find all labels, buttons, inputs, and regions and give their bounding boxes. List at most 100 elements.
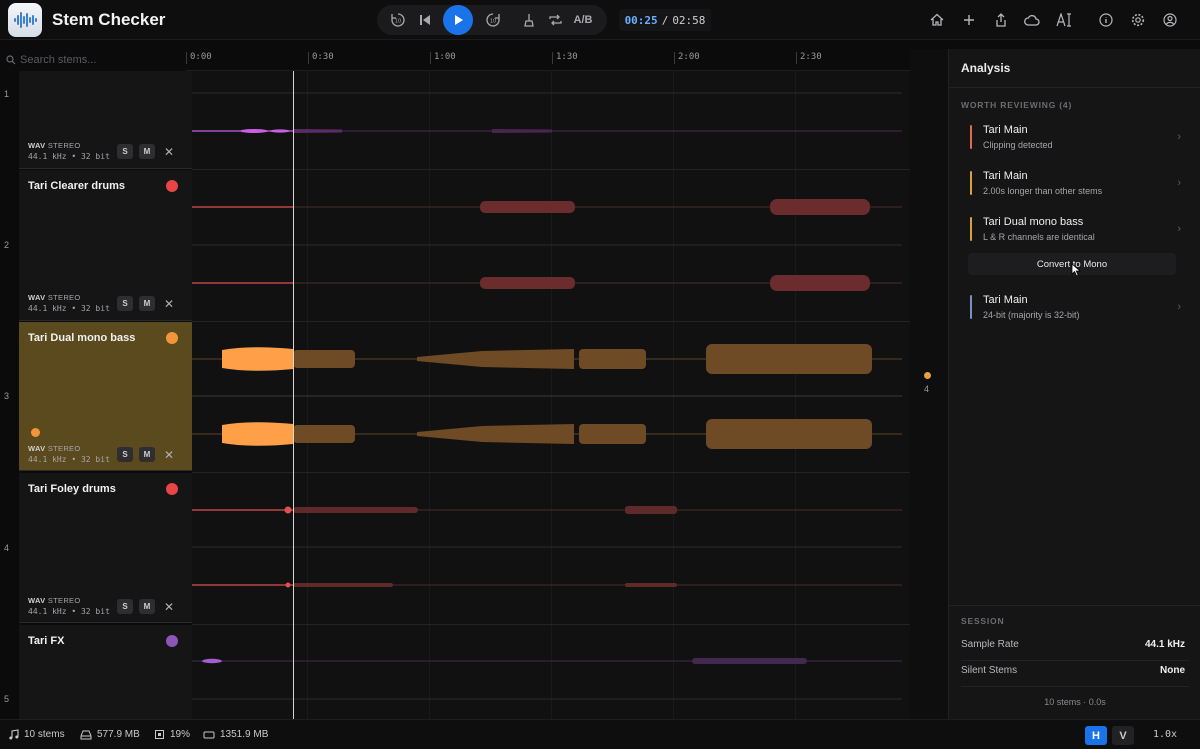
mute-button[interactable]: M	[139, 296, 155, 311]
track-header-5[interactable]: Tari FX	[19, 625, 192, 719]
close-icon[interactable]: ✕	[164, 600, 174, 614]
memory-usage: 1351.9 MB	[203, 729, 268, 740]
mute-button[interactable]: M	[139, 144, 155, 159]
track-name: Tari Foley drums	[28, 483, 116, 495]
track-number-column: 1 2 3 4 5	[0, 71, 19, 719]
search-bar	[0, 49, 192, 71]
session-key: Sample Rate	[961, 639, 1019, 650]
cpu-icon	[155, 730, 164, 739]
svg-text:10: 10	[395, 19, 401, 25]
issue-subtitle: 2.00s longer than other stems	[983, 186, 1103, 196]
home-icon[interactable]	[927, 10, 947, 30]
settings-icon[interactable]	[1128, 10, 1148, 30]
playhead[interactable]	[293, 71, 294, 719]
track-header-2[interactable]: Tari Clearer drums WAV STEREO 44.1 kHz •…	[19, 170, 192, 321]
search-input[interactable]	[20, 54, 180, 66]
solo-button[interactable]: S	[117, 447, 133, 462]
solo-button[interactable]: S	[117, 296, 133, 311]
stems-count: 10 stems	[8, 729, 65, 740]
plus-icon[interactable]	[959, 10, 979, 30]
mute-button[interactable]: M	[139, 447, 155, 462]
top-bar: Stem Checker 10 10 A/B 00:25 / 02:58	[0, 0, 1200, 40]
issue-title: Tari Main	[983, 124, 1028, 136]
track-header-3[interactable]: Tari Dual mono bass WAV STEREO 44.1 kHz …	[19, 322, 192, 471]
metronome-icon[interactable]	[516, 5, 542, 35]
solo-button[interactable]: S	[117, 144, 133, 159]
solo-button[interactable]: S	[117, 599, 133, 614]
analysis-panel: Analysis WORTH REVIEWING (4) Tari Main C…	[948, 49, 1200, 719]
skip-back-10-icon[interactable]: 10	[385, 5, 411, 35]
session-value: 44.1 kHz	[1144, 639, 1185, 650]
play-icon	[455, 15, 463, 25]
info-icon[interactable]	[1096, 10, 1116, 30]
vertical-layout-button[interactable]: V	[1112, 726, 1134, 745]
issue-item[interactable]: Tari Main 24-bit (majority is 32-bit) ›	[961, 289, 1189, 329]
track-name: Tari Clearer drums	[28, 180, 126, 192]
session-value: None	[1160, 665, 1185, 676]
skip-forward-10-icon[interactable]: 10	[480, 5, 506, 35]
horizontal-layout-button[interactable]: H	[1085, 726, 1107, 745]
chevron-right-icon: ›	[1177, 177, 1181, 189]
marker-dot-icon	[924, 372, 931, 379]
issue-title: Tari Dual mono bass	[983, 216, 1084, 228]
cloud-icon[interactable]	[1022, 10, 1042, 30]
account-icon[interactable]	[1160, 10, 1180, 30]
status-bar: 10 stems 577.9 MB 19% 1351.9 MB H V 1.0x	[0, 719, 1200, 749]
track-color-dot[interactable]	[166, 635, 178, 647]
timeline-tick: 0:30	[308, 52, 334, 64]
play-button[interactable]	[443, 5, 473, 35]
session-label: SESSION	[961, 616, 1005, 626]
track-number: 2	[4, 240, 10, 250]
issue-item[interactable]: Tari Main Clipping detected ›	[961, 119, 1189, 159]
track-format: WAV STEREO	[28, 596, 81, 605]
track-color-dot[interactable]	[166, 180, 178, 192]
issue-item[interactable]: Tari Main 2.00s longer than other stems …	[961, 165, 1189, 205]
storage-icon	[80, 730, 92, 739]
time-display: 00:25 / 02:58	[619, 9, 711, 31]
cpu-usage: 19%	[154, 729, 190, 740]
loop-icon[interactable]	[542, 5, 568, 35]
skip-to-start-icon[interactable]	[412, 5, 438, 35]
issue-severity-bar	[970, 125, 972, 149]
share-icon[interactable]	[991, 10, 1011, 30]
close-icon[interactable]: ✕	[164, 297, 174, 311]
track-header-4[interactable]: Tari Foley drums WAV STEREO 44.1 kHz • 3…	[19, 473, 192, 623]
track-header-1[interactable]: WAV STEREO 44.1 kHz • 32 bit S M ✕	[19, 71, 192, 169]
issue-subtitle: 24-bit (majority is 32-bit)	[983, 310, 1080, 320]
time-separator: /	[661, 13, 669, 27]
ab-compare-button[interactable]: A/B	[569, 5, 597, 35]
timeline-tick: 2:30	[796, 52, 822, 64]
text-size-icon[interactable]	[1054, 10, 1074, 30]
track-color-dot[interactable]	[166, 332, 178, 344]
zoom-level[interactable]: 1.0x	[1153, 729, 1177, 740]
divider	[949, 605, 1200, 606]
issue-title: Tari Main	[983, 294, 1028, 306]
issue-subtitle: Clipping detected	[983, 140, 1053, 150]
app-logo-icon	[8, 3, 42, 37]
issue-severity-bar	[970, 217, 972, 241]
panel-footer: 10 stems · 0.0s	[1044, 697, 1106, 707]
issue-item[interactable]: Tari Dual mono bass L & R channels are i…	[961, 211, 1189, 251]
waveform-area[interactable]	[192, 71, 910, 719]
mouse-cursor-icon	[1071, 263, 1082, 277]
disk-size: 577.9 MB	[80, 729, 140, 740]
issue-title: Tari Main	[983, 170, 1028, 182]
close-icon[interactable]: ✕	[164, 448, 174, 462]
mute-button[interactable]: M	[139, 599, 155, 614]
track-format: WAV STEREO	[28, 444, 81, 453]
track-color-dot[interactable]	[166, 483, 178, 495]
track-name: Tari Dual mono bass	[28, 332, 136, 344]
track-info: 44.1 kHz • 32 bit	[28, 455, 110, 464]
marker-count: 4	[924, 384, 930, 394]
chevron-right-icon: ›	[1177, 301, 1181, 313]
track-info: 44.1 kHz • 32 bit	[28, 152, 110, 161]
close-icon[interactable]: ✕	[164, 145, 174, 159]
session-key: Silent Stems	[961, 665, 1018, 676]
issue-severity-bar	[970, 171, 972, 195]
chevron-right-icon: ›	[1177, 223, 1181, 235]
overview-gutter: 4	[910, 49, 948, 719]
timeline-ruler[interactable]: 0:00 0:30 1:00 1:30 2:00 2:30	[186, 49, 910, 71]
issue-subtitle: L & R channels are identical	[983, 232, 1095, 242]
divider	[949, 87, 1200, 88]
warning-indicator-icon	[31, 428, 40, 437]
